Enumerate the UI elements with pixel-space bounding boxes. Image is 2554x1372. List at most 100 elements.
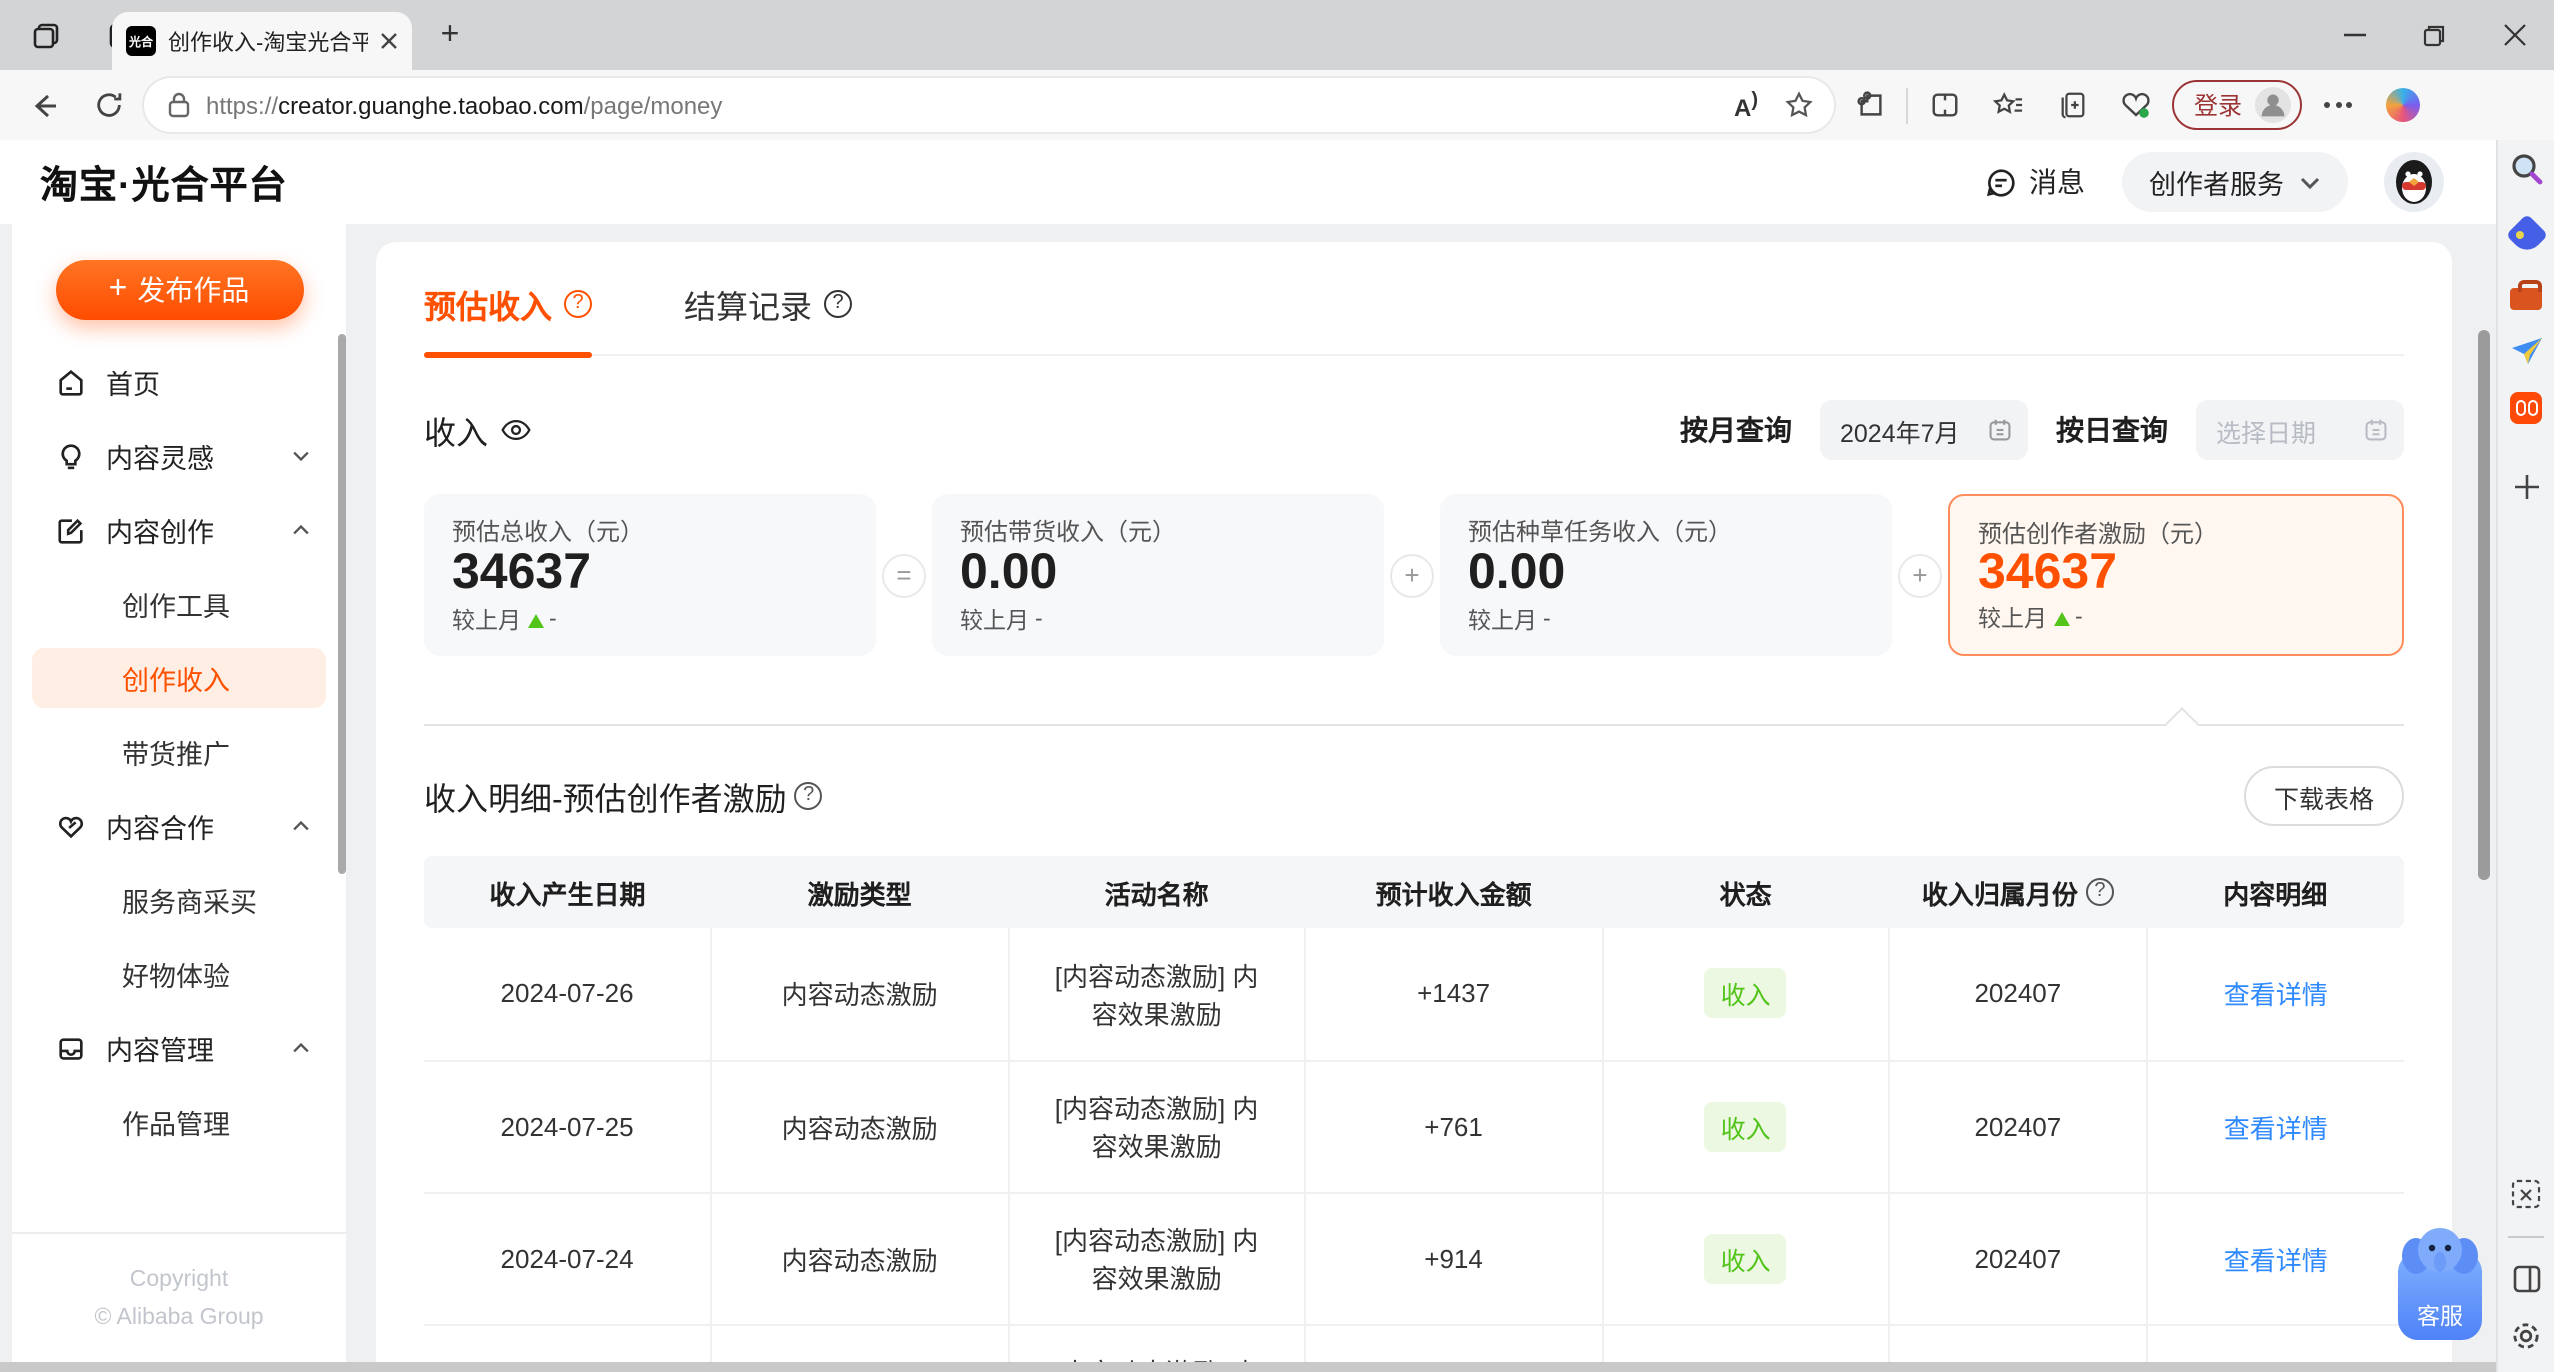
day-picker-placeholder: 选择日期: [2216, 419, 2317, 447]
help-icon[interactable]: ?: [564, 290, 593, 318]
sidebar-item-product-trial[interactable]: 好物体验: [32, 944, 326, 1004]
col-amount: 预计收入金额: [1305, 856, 1603, 928]
toolbar-divider: [1906, 87, 1908, 123]
status-badge: 收入: [1704, 1233, 1787, 1283]
main-panel: 预估收入 ? 结算记录 ? 收入 按月查询 2024年7月 按日查询 选择日期 …: [376, 242, 2452, 1372]
sidebar-item-cooperation[interactable]: 内容合作: [32, 796, 326, 856]
download-table-button[interactable]: 下载表格: [2243, 766, 2404, 826]
publish-button[interactable]: + 发布作品: [55, 260, 303, 320]
paper-plane-icon[interactable]: [2509, 336, 2543, 366]
eye-icon[interactable]: [500, 418, 532, 442]
sidebar-item-works-management[interactable]: 作品管理: [32, 1092, 326, 1152]
browser-toolbar: https://creator.guanghe.taobao.com/page/…: [0, 70, 2554, 140]
sidebar-item-home[interactable]: 首页: [32, 352, 326, 412]
help-icon[interactable]: ?: [2085, 878, 2114, 906]
collections-icon[interactable]: [2044, 77, 2100, 133]
site-logo[interactable]: 淘宝·光合平台: [40, 155, 288, 209]
rail-divider: [2508, 1236, 2544, 1238]
creator-service-menu[interactable]: 创作者服务: [2121, 152, 2348, 212]
heart-hand-icon: [56, 811, 86, 841]
refresh-icon[interactable]: [80, 77, 136, 133]
table-row: 2024-07-24 内容动态激励 [内容动态激励] 内容效果激励 +914 收…: [424, 1192, 2404, 1325]
sidebar-item-inspiration[interactable]: 内容灵感: [32, 426, 326, 486]
day-picker[interactable]: 选择日期: [2196, 400, 2404, 460]
side-panel-icon[interactable]: [2511, 1264, 2541, 1294]
sidebar-item-creation-tools[interactable]: 创作工具: [32, 574, 326, 634]
customer-service-button[interactable]: 客服: [2398, 1228, 2482, 1340]
more-menu-icon[interactable]: [2310, 77, 2366, 133]
col-date: 收入产生日期: [424, 856, 712, 928]
url-text[interactable]: https://creator.guanghe.taobao.com/page/…: [206, 91, 1718, 119]
equals-operator: =: [882, 553, 926, 597]
up-arrow-icon: [527, 613, 543, 627]
sidebar-item-promotion[interactable]: 带货推广: [32, 722, 326, 782]
screenshot-icon[interactable]: [2510, 1178, 2542, 1210]
view-detail-link[interactable]: 查看详情: [2224, 1245, 2328, 1275]
tab-settlement-records[interactable]: 结算记录 ?: [684, 280, 853, 354]
new-tab-button[interactable]: +: [424, 10, 476, 62]
user-avatar[interactable]: [2384, 152, 2444, 212]
sidebar-item-creation[interactable]: 内容创作: [32, 500, 326, 560]
month-picker-value: 2024年7月: [1840, 419, 1960, 447]
toolbox-icon[interactable]: [2510, 280, 2542, 310]
search-icon[interactable]: [2509, 152, 2543, 186]
back-icon[interactable]: [16, 77, 72, 133]
stat-card-total-income[interactable]: 预估总收入（元） 34637 较上月 -: [424, 494, 876, 656]
calendar-icon: [2364, 418, 2388, 442]
messages-label: 消息: [2029, 166, 2085, 198]
login-button[interactable]: 登录: [2172, 80, 2303, 130]
view-detail-link[interactable]: 查看详情: [2224, 981, 2328, 1011]
workspaces-icon[interactable]: [16, 9, 76, 61]
browser-tab[interactable]: 光合 创作收入-淘宝光合平台: [112, 12, 412, 70]
stat-card-creator-incentive[interactable]: 预估创作者激励（元） 34637 较上月 -: [1948, 494, 2404, 656]
sidebar-item-service-purchase[interactable]: 服务商采买: [32, 870, 326, 930]
shopping-tag-icon[interactable]: [2504, 213, 2548, 257]
address-bar[interactable]: https://creator.guanghe.taobao.com/page/…: [144, 78, 1834, 132]
tab-estimated-income[interactable]: 预估收入 ?: [424, 280, 593, 357]
favorites-icon[interactable]: [1980, 77, 2036, 133]
edit-icon: [56, 515, 86, 545]
tab-title: 创作收入-淘宝光合平台: [168, 31, 368, 55]
favorite-star-icon[interactable]: [1774, 90, 1822, 120]
view-detail-link[interactable]: 查看详情: [2224, 1113, 2328, 1143]
month-picker[interactable]: 2024年7月: [1820, 400, 2028, 460]
page-scrollbar[interactable]: [2478, 330, 2490, 880]
sidebar-item-creation-income[interactable]: 创作收入: [32, 648, 326, 708]
up-arrow-icon: [2053, 611, 2069, 625]
add-sidebar-item-icon[interactable]: [2513, 474, 2539, 500]
col-status: 状态: [1602, 856, 1890, 928]
restore-button[interactable]: [2394, 0, 2474, 70]
stat-card-sales-income[interactable]: 预估带货收入（元） 0.00 较上月 -: [932, 494, 1384, 656]
close-button[interactable]: [2474, 0, 2554, 70]
table-row: 2024-07-25 内容动态激励 [内容动态激励] 内容效果激励 +761 收…: [424, 1060, 2404, 1193]
minimize-button[interactable]: [2314, 0, 2394, 70]
sidebar-item-management[interactable]: 内容管理: [32, 1018, 326, 1078]
section-divider: [424, 707, 2404, 741]
plus-operator: +: [1390, 553, 1434, 597]
extensions-icon[interactable]: [1842, 77, 1898, 133]
status-badge: 收入: [1704, 968, 1787, 1019]
read-aloud-icon[interactable]: A): [1734, 89, 1758, 121]
income-detail-table: 收入产生日期 激励类型 活动名称 预计收入金额 状态 收入归属月份? 内容明细: [424, 856, 2404, 1372]
tab-close-icon[interactable]: [380, 32, 398, 50]
browser-essentials-icon[interactable]: [2108, 77, 2164, 133]
stat-card-task-income[interactable]: 预估种草任务收入（元） 0.00 较上月 -: [1440, 494, 1892, 656]
bulb-icon: [56, 441, 86, 471]
split-screen-icon[interactable]: [1916, 77, 1972, 133]
col-detail: 内容明细: [2146, 856, 2404, 928]
profile-avatar-icon: [2254, 86, 2292, 124]
help-icon[interactable]: ?: [794, 782, 823, 810]
status-badge: 收入: [1704, 1101, 1787, 1151]
sidebar-scrollbar[interactable]: [338, 334, 346, 874]
settings-gear-icon[interactable]: [2510, 1320, 2542, 1352]
chat-bubble-icon: [1983, 165, 2017, 199]
horizontal-scrollbar[interactable]: [0, 1362, 2496, 1372]
panel-tabs: 预估收入 ? 结算记录 ?: [424, 242, 2404, 357]
col-type: 激励类型: [711, 856, 1009, 928]
tab-strip: 光合 创作收入-淘宝光合平台 +: [0, 0, 2554, 70]
messages-button[interactable]: 消息: [1983, 162, 2085, 202]
table-header-row: 收入产生日期 激励类型 活动名称 预计收入金额 状态 收入归属月份? 内容明细: [424, 856, 2404, 928]
kuaishou-icon[interactable]: [2510, 392, 2542, 424]
copilot-icon[interactable]: [2374, 77, 2430, 133]
help-icon[interactable]: ?: [824, 290, 853, 318]
